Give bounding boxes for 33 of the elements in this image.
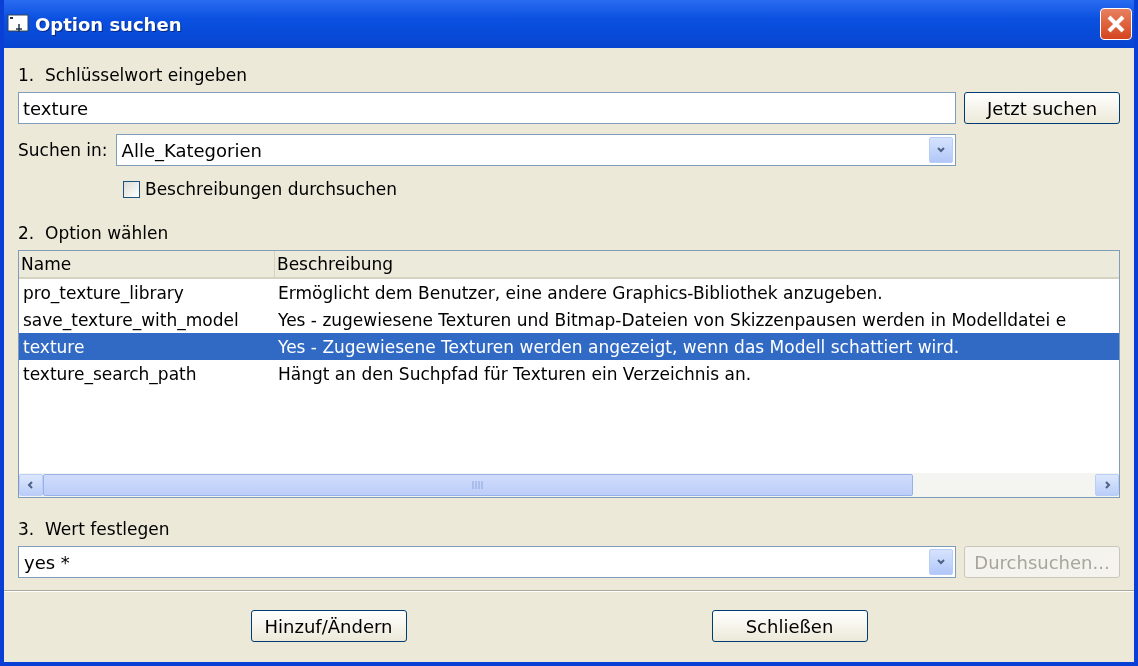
option-name-cell[interactable]: texture bbox=[19, 333, 274, 360]
chevron-down-icon bbox=[936, 557, 946, 567]
scroll-left-button[interactable] bbox=[19, 474, 43, 496]
section-label: 3. Wert festlegen bbox=[18, 518, 171, 540]
dropdown-value: Alle_Kategorien bbox=[121, 139, 263, 161]
search-in-label: Suchen in: bbox=[18, 139, 108, 161]
option-description-cell[interactable]: Yes - Zugewiesene Texturen werden angezeigt, wenn das Modell schattiert wird. bbox=[274, 333, 1119, 360]
column-header[interactable]: Name bbox=[19, 251, 274, 279]
search-button[interactable]: Jetzt suchen bbox=[964, 92, 1120, 124]
chevron-right-icon bbox=[1102, 480, 1112, 490]
dialog-button[interactable]: Schließen bbox=[711, 610, 868, 642]
dropdown-value: yes * bbox=[24, 551, 71, 573]
category-dropdown[interactable]: Alle_Kategorien bbox=[115, 134, 956, 166]
value-dropdown[interactable]: yes * bbox=[18, 546, 956, 578]
dropdown-button[interactable] bbox=[929, 137, 953, 163]
close-icon bbox=[1106, 14, 1126, 34]
section-label: 2. Option wählen bbox=[18, 222, 170, 244]
window-title: Option suchen bbox=[35, 13, 183, 35]
horizontal-scrollbar[interactable] bbox=[19, 473, 1119, 497]
keyword-field[interactable]: texture bbox=[18, 92, 956, 124]
grip-icon bbox=[472, 481, 484, 489]
scroll-thumb[interactable] bbox=[43, 474, 913, 496]
checkbox-label: Beschreibungen durchsuchen bbox=[145, 178, 397, 200]
dropdown-button[interactable] bbox=[929, 549, 953, 575]
dialog-button[interactable]: Hinzuf/Ändern bbox=[250, 610, 407, 642]
scroll-right-button[interactable] bbox=[1095, 474, 1119, 496]
close-button[interactable] bbox=[1100, 8, 1132, 40]
chevron-left-icon bbox=[26, 480, 36, 490]
checkbox[interactable] bbox=[123, 180, 140, 198]
section-label: 1. Schlüsselwort eingeben bbox=[18, 64, 248, 86]
window-icon bbox=[7, 14, 29, 34]
column-header[interactable]: Beschreibung bbox=[274, 251, 1119, 279]
chevron-down-icon bbox=[936, 145, 946, 155]
